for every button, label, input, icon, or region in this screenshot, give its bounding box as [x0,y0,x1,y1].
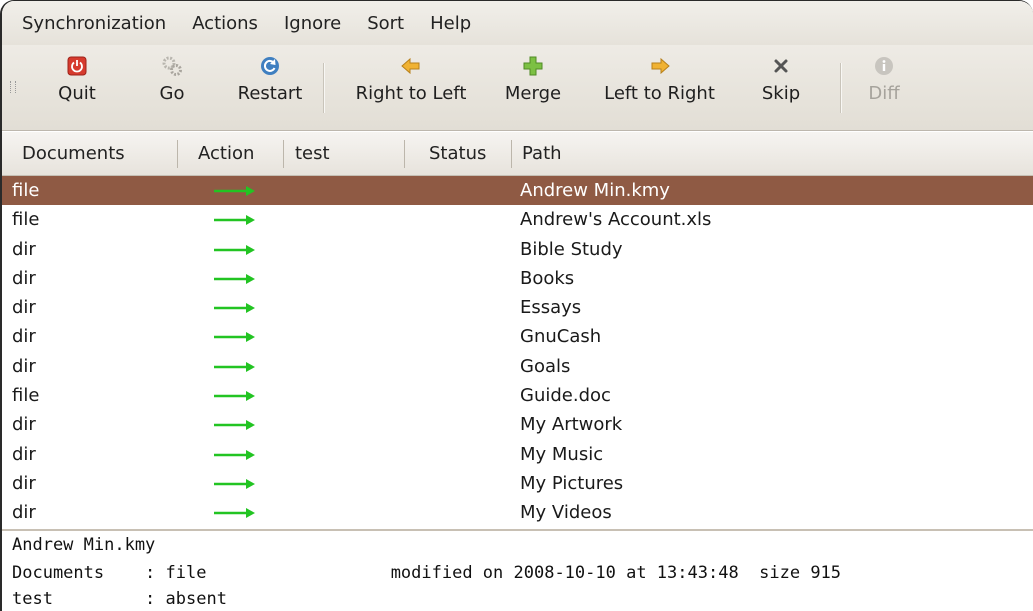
plus-icon [522,55,544,77]
menubar: Synchronization Actions Ignore Sort Help [2,1,1033,45]
diff-button[interactable]: Diff [864,55,904,121]
row-path: Andrew Min.kmy [520,180,670,201]
row-path: Books [520,267,575,289]
toolbar: Quit Go Restart Right to Left Merge Left… [2,45,1033,131]
column-divider[interactable] [511,140,512,168]
column-header-bar: Documents Action test Status Path [2,132,1033,176]
row-path: GnuCash [520,326,602,348]
table-row[interactable]: dir Essays [2,293,1033,322]
row-type: dir [12,502,36,524]
row-path: My Pictures [520,472,624,494]
column-divider[interactable] [404,140,405,168]
arrow-right-icon [214,449,255,460]
arrow-right-icon [214,391,255,402]
column-divider[interactable] [177,140,178,168]
menu-sort[interactable]: Sort [367,13,404,34]
arrow-right-icon [214,244,255,255]
row-type: file [12,385,40,407]
table-row[interactable]: file Guide.doc [2,381,1033,410]
table-row[interactable]: dir Books [2,264,1033,293]
diff-label: Diff [868,83,900,104]
row-type: dir [12,443,36,465]
toolbar-grip[interactable] [10,81,16,93]
unison-window: Synchronization Actions Ignore Sort Help… [0,0,1033,611]
x-icon [770,55,792,77]
file-list: file Andrew Min.kmy file Andrew's Accoun… [2,176,1033,529]
row-type: dir [12,355,36,377]
merge-label: Merge [504,83,562,104]
left-to-right-label: Left to Right [604,83,715,104]
refresh-icon [259,55,281,77]
column-test[interactable]: test [295,132,330,176]
table-row[interactable]: file Andrew Min.kmy [2,176,1033,206]
table-row[interactable]: dir Bible Study [2,235,1033,264]
go-label: Go [159,83,185,104]
row-path: My Music [520,443,604,465]
table-row[interactable]: dir My Pictures [2,469,1033,498]
table-row[interactable]: dir My Music [2,440,1033,469]
row-type: dir [12,326,36,348]
row-path: My Artwork [520,414,623,436]
arrow-right-icon [214,186,255,196]
menu-actions[interactable]: Actions [192,13,258,34]
restart-label: Restart [237,83,303,104]
row-path: Guide.doc [520,385,611,407]
column-documents[interactable]: Documents [22,132,125,176]
quit-label: Quit [58,83,96,104]
go-button[interactable]: Go [152,55,192,121]
row-type: dir [12,472,36,494]
arrow-right-icon [214,303,255,314]
info-icon [873,55,895,77]
column-divider[interactable] [283,140,284,168]
toolbar-separator [840,63,842,113]
arrow-left-icon [400,55,422,77]
merge-button[interactable]: Merge [498,55,568,121]
row-path: Bible Study [520,238,623,260]
skip-button[interactable]: Skip [756,55,806,121]
row-type: file [12,180,40,201]
table-row[interactable]: dir GnuCash [2,322,1033,351]
details-pane: Andrew Min.kmy Documents : file modified… [2,529,1033,611]
right-to-left-button[interactable]: Right to Left [345,55,477,121]
row-path: Goals [520,355,571,377]
gears-icon [161,55,183,77]
arrow-right-icon [214,478,255,489]
power-icon [66,55,88,77]
row-path: Essays [520,297,582,319]
details-test-line: test : absent [12,589,227,609]
details-documents-line: Documents : file modified on 2008-10-10 … [12,563,842,583]
table-row[interactable]: dir Goals [2,352,1033,381]
column-action[interactable]: Action [198,132,254,176]
arrow-right-icon [214,361,255,372]
menu-ignore[interactable]: Ignore [284,13,341,34]
row-path: My Videos [520,502,612,524]
column-status[interactable]: Status [429,132,486,176]
arrow-right-icon [214,332,255,343]
row-type: file [12,209,40,231]
arrow-right-icon [649,55,671,77]
right-to-left-label: Right to Left [355,83,467,104]
column-path[interactable]: Path [522,132,562,176]
table-row[interactable]: file Andrew's Account.xls [2,205,1033,234]
toolbar-separator [323,63,325,113]
table-row[interactable]: dir My Videos [2,498,1033,527]
row-type: dir [12,297,36,319]
restart-button[interactable]: Restart [230,55,310,121]
arrow-right-icon [214,273,255,284]
arrow-right-icon [214,420,255,431]
arrow-right-icon [214,508,255,519]
quit-button[interactable]: Quit [52,55,102,121]
left-to-right-button[interactable]: Left to Right [592,55,727,121]
arrow-right-icon [214,215,255,226]
table-row[interactable]: dir My Artwork [2,410,1033,439]
row-type: dir [12,238,36,260]
row-path: Andrew's Account.xls [520,209,712,231]
skip-label: Skip [761,83,801,104]
row-type: dir [12,267,36,289]
menu-help[interactable]: Help [430,13,471,34]
details-filename: Andrew Min.kmy [12,535,156,555]
menu-synchronization[interactable]: Synchronization [22,13,166,34]
row-type: dir [12,414,36,436]
